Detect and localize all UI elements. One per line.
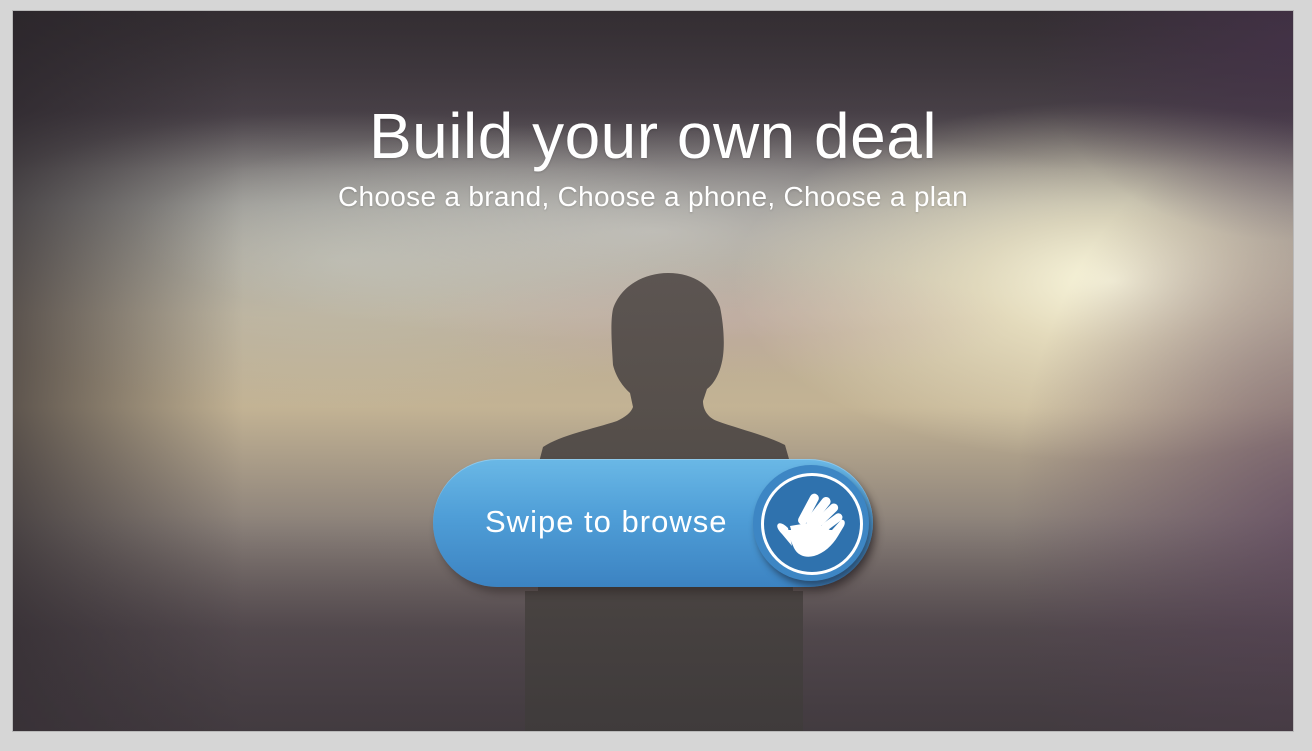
- swipe-to-browse-button[interactable]: Swipe to browse: [433, 459, 873, 587]
- hand-icon: [761, 473, 863, 575]
- hand-glyph: [777, 493, 845, 557]
- kiosk-screen: Build your own deal Choose a brand, Choo…: [12, 10, 1294, 732]
- swipe-handle[interactable]: [753, 465, 869, 581]
- page-title: Build your own deal: [368, 100, 938, 172]
- swipe-label: Swipe to browse: [485, 504, 728, 539]
- page-subtitle: Choose a brand, Choose a phone, Choose a…: [338, 181, 968, 212]
